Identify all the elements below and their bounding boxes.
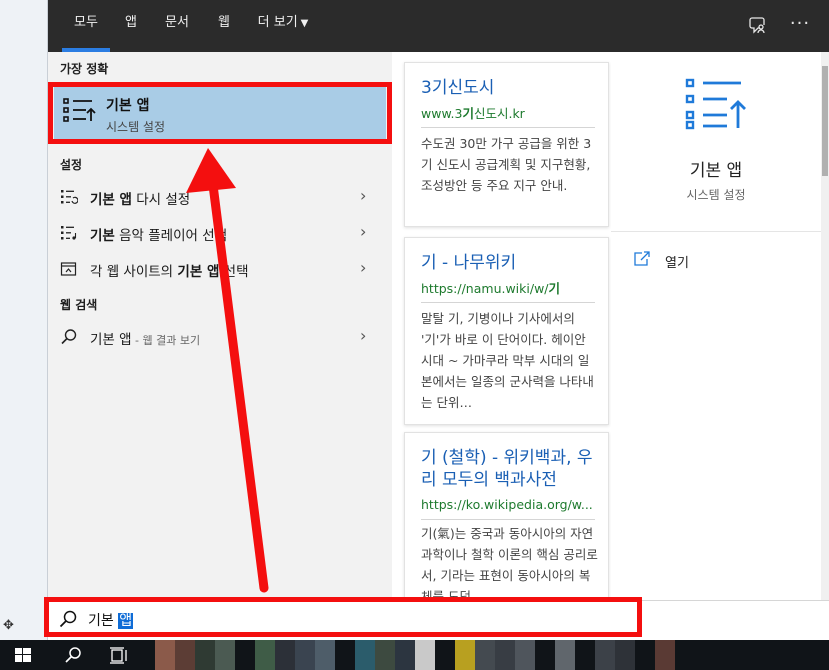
card-divider: [421, 302, 595, 303]
card-title[interactable]: 기 - 나무위키: [421, 252, 516, 274]
default-apps-icon: [63, 98, 96, 122]
taskbar-app[interactable]: [595, 640, 615, 670]
taskbar-app[interactable]: [555, 640, 575, 670]
card-title[interactable]: 3기신도시: [421, 77, 494, 99]
taskbar-app[interactable]: [455, 640, 475, 670]
settings-item-label: 다시 설정: [131, 192, 191, 208]
tab-web[interactable]: 웹: [211, 0, 237, 52]
settings-item-label: 선택: [219, 264, 249, 280]
taskbar: [0, 640, 829, 670]
tab-more-label: 더 보기: [257, 15, 298, 30]
detail-header: 기본 앱 시스템 설정: [611, 52, 821, 232]
taskbar-app[interactable]: [355, 640, 375, 670]
taskbar-app[interactable]: [195, 640, 215, 670]
taskbar-app[interactable]: [415, 640, 435, 670]
card-url: https://namu.wiki/w/기: [421, 281, 561, 296]
default-apps-icon: [685, 78, 746, 130]
move-cursor-icon: ✥: [3, 618, 14, 633]
chevron-right-icon: ›: [360, 222, 367, 241]
best-match-item[interactable]: 기본 앱 시스템 설정: [54, 84, 386, 142]
reset-list-icon: [61, 190, 78, 204]
card-title[interactable]: 기 (철학) - 위키백과, 우리 모두의 백과사전: [421, 447, 599, 491]
taskbar-app[interactable]: [175, 640, 195, 670]
task-view-icon[interactable]: [96, 640, 142, 670]
best-match-title: 기본 앱: [106, 98, 150, 114]
settings-item-prefix: 각 웹 사이트의: [90, 264, 178, 280]
scrollbar[interactable]: [821, 52, 829, 600]
open-label: 열기: [665, 256, 689, 271]
search-input[interactable]: 기본 앱: [88, 610, 134, 630]
best-match-subtitle: 시스템 설정: [106, 120, 166, 134]
filter-bar: 모두 앱 문서 웹 더 보기 ▼ ···: [48, 0, 829, 52]
taskbar-app[interactable]: [375, 640, 395, 670]
taskbar-app[interactable]: [215, 640, 235, 670]
scrollbar-thumb[interactable]: [822, 66, 828, 176]
web-app-icon: [60, 262, 77, 276]
web-search-query: 기본 앱: [90, 332, 132, 348]
best-match-heading: 가장 정확: [60, 62, 109, 76]
card-divider: [421, 127, 595, 128]
tab-documents[interactable]: 문서: [158, 0, 196, 52]
windows-start-icon[interactable]: [0, 640, 46, 670]
card-url: www.3기신도시.kr: [421, 106, 525, 121]
card-divider: [421, 519, 595, 520]
settings-item-label: 음악 플레이어 선택: [114, 228, 228, 244]
detail-subtitle: 시스템 설정: [686, 188, 746, 202]
web-search-item[interactable]: 기본 앱 - 웹 결과 보기 ›: [48, 319, 392, 355]
more-options-icon[interactable]: ···: [788, 0, 812, 52]
search-box[interactable]: 기본 앱: [48, 600, 829, 640]
open-action[interactable]: 열기: [633, 250, 813, 274]
settings-item-bold: 기본 앱: [177, 264, 220, 280]
card-url: https://ko.wikipedia.org/w...: [421, 497, 593, 512]
taskbar-app[interactable]: [295, 640, 315, 670]
results-pane: 가장 정확 기본 앱 시스템 설정 설정 기본 앱 다시 설정 › 기본 음악 …: [48, 52, 392, 600]
web-result-card[interactable]: 기 - 나무위키 https://namu.wiki/w/기 말탈 기, 기병이…: [404, 237, 609, 425]
web-result-card[interactable]: 기 (철학) - 위키백과, 우리 모두의 백과사전 https://ko.wi…: [404, 432, 609, 600]
detail-title: 기본 앱: [689, 161, 743, 181]
search-icon: [59, 610, 77, 628]
web-search-heading: 웹 검색: [60, 298, 98, 312]
card-snippet: 말탈 기, 기병이나 기사에서의 '기'가 바로 이 단어이다. 헤이안 시대 …: [421, 311, 594, 410]
web-search-suffix: - 웹 결과 보기: [131, 334, 201, 347]
settings-item-reset-default-apps[interactable]: 기본 앱 다시 설정 ›: [48, 179, 392, 215]
tab-more[interactable]: 더 보기 ▼: [248, 0, 318, 52]
music-list-icon: [61, 226, 77, 240]
chevron-right-icon: ›: [360, 258, 367, 277]
taskbar-app[interactable]: [275, 640, 295, 670]
taskbar-app[interactable]: [655, 640, 675, 670]
card-snippet: 기(氣)는 중국과 동아시아의 자연과학이나 철학 이론의 핵심 공리로서, 기…: [421, 526, 598, 600]
taskbar-app[interactable]: [515, 640, 535, 670]
settings-item-music-player[interactable]: 기본 음악 플레이어 선택 ›: [48, 215, 392, 251]
taskbar-app[interactable]: [475, 640, 495, 670]
taskbar-app[interactable]: [395, 640, 415, 670]
taskbar-app[interactable]: [155, 640, 175, 670]
taskbar-app[interactable]: [315, 640, 335, 670]
chevron-down-icon: ▼: [300, 18, 309, 29]
tab-all[interactable]: 모두: [62, 0, 110, 52]
chevron-right-icon: ›: [360, 186, 367, 205]
chevron-right-icon: ›: [360, 326, 367, 345]
taskbar-app[interactable]: [495, 640, 515, 670]
taskbar-app[interactable]: [255, 640, 275, 670]
web-result-card[interactable]: 3기신도시 www.3기신도시.kr 수도권 30만 가구 공급을 위한 3기 …: [404, 62, 609, 227]
tab-apps[interactable]: 앱: [118, 0, 144, 52]
search-flyout: 모두 앱 문서 웹 더 보기 ▼ ··· 가장 정확 기본 앱 시스템 설정 설…: [48, 0, 829, 600]
search-icon: [61, 329, 77, 345]
feedback-icon[interactable]: [746, 0, 770, 52]
settings-item-web-default-apps[interactable]: 각 웹 사이트의 기본 앱 선택 ›: [48, 251, 392, 287]
search-icon[interactable]: [50, 640, 96, 670]
search-typed-text: 기본: [88, 613, 119, 629]
settings-heading: 설정: [60, 158, 83, 172]
card-snippet: 수도권 30만 가구 공급을 위한 3기 신도시 공급계획 및 지구현황, 조성…: [421, 136, 592, 193]
detail-pane: 기본 앱 시스템 설정 열기: [611, 52, 829, 600]
settings-item-bold: 기본: [90, 228, 115, 244]
open-icon: [634, 251, 650, 266]
settings-item-bold: 기본 앱: [90, 192, 132, 208]
taskbar-app[interactable]: [615, 640, 635, 670]
desktop-background: ✥: [0, 0, 48, 640]
search-selected-text: 앱: [118, 613, 134, 629]
